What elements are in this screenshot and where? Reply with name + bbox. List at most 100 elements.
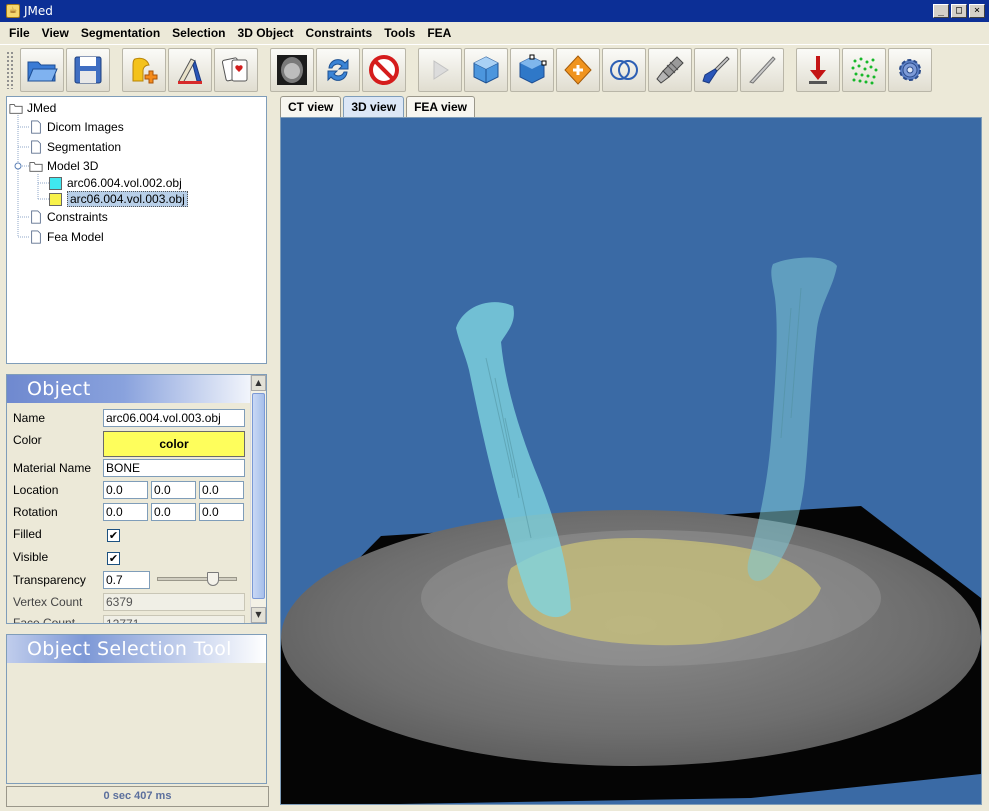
import-icon bbox=[132, 57, 158, 83]
screw-icon bbox=[656, 55, 684, 84]
open-folder-icon bbox=[27, 61, 58, 81]
material-field[interactable]: BONE bbox=[103, 459, 245, 477]
tree-item-label: Fea Model bbox=[47, 230, 104, 244]
3d-viewport[interactable] bbox=[280, 117, 982, 805]
import-button[interactable] bbox=[122, 47, 166, 92]
tab-3d-view[interactable]: 3D view bbox=[343, 96, 405, 117]
tree-item-label: Model 3D bbox=[47, 159, 99, 173]
cube-select-button[interactable] bbox=[510, 47, 554, 92]
title-bar: ☕ JMed _ □ × bbox=[0, 0, 989, 22]
settings-button[interactable] bbox=[888, 47, 932, 92]
scroll-up-arrow-icon[interactable]: ▲ bbox=[251, 375, 266, 391]
maximize-button[interactable]: □ bbox=[951, 4, 967, 18]
tree-item-label: Dicom Images bbox=[47, 120, 124, 134]
tab-fea-view[interactable]: FEA view bbox=[406, 96, 475, 117]
tree-item-segmentation[interactable]: Segmentation bbox=[29, 138, 121, 156]
properties-scrollbar[interactable]: ▲ ▼ bbox=[250, 375, 266, 623]
transform-button[interactable] bbox=[556, 47, 600, 92]
stop-button[interactable] bbox=[362, 47, 406, 92]
boolean-button[interactable] bbox=[602, 47, 646, 92]
selection-tool-header: Object Selection Tool bbox=[7, 635, 266, 663]
boolean-icon bbox=[610, 59, 638, 80]
menu-file[interactable]: File bbox=[3, 26, 36, 40]
location-x-field[interactable]: 0.0 bbox=[103, 481, 148, 499]
tree-item-dicom-images[interactable]: Dicom Images bbox=[29, 118, 124, 136]
cube-icon bbox=[473, 55, 499, 84]
document-icon bbox=[31, 230, 41, 244]
cards-button[interactable] bbox=[214, 47, 258, 92]
rotation-y-field[interactable]: 0.0 bbox=[151, 503, 196, 521]
menu-3d-object[interactable]: 3D Object bbox=[232, 26, 300, 40]
stop-icon bbox=[369, 54, 399, 85]
tree-item-fea-model[interactable]: Fea Model bbox=[29, 228, 104, 246]
visible-label: Visible bbox=[13, 550, 49, 564]
document-icon bbox=[31, 120, 41, 134]
ct-scan-button[interactable] bbox=[270, 47, 314, 92]
vertex-count-label: Vertex Count bbox=[13, 595, 83, 609]
settings-gear-icon bbox=[899, 58, 921, 81]
visible-checkbox[interactable]: ✔ bbox=[107, 552, 120, 565]
save-button[interactable] bbox=[66, 47, 110, 92]
tree-item-constraints[interactable]: Constraints bbox=[29, 208, 108, 226]
name-field[interactable]: arc06.004.vol.003.obj bbox=[103, 409, 245, 427]
menu-bar: File View Segmentation Selection 3D Obje… bbox=[0, 22, 989, 44]
menu-selection[interactable]: Selection bbox=[166, 26, 231, 40]
location-y-field[interactable]: 0.0 bbox=[151, 481, 196, 499]
toolbar-grip[interactable] bbox=[6, 50, 14, 89]
rotation-label: Rotation bbox=[13, 505, 58, 519]
tree-item-label: Segmentation bbox=[47, 140, 122, 154]
tree-root[interactable]: JMed bbox=[9, 99, 56, 117]
location-label: Location bbox=[13, 483, 59, 497]
transparency-label: Transparency bbox=[13, 573, 86, 587]
location-z-field[interactable]: 0.0 bbox=[199, 481, 244, 499]
scroll-thumb[interactable] bbox=[252, 393, 265, 599]
transparency-slider-track[interactable] bbox=[157, 577, 237, 581]
document-icon bbox=[31, 210, 41, 224]
point-cloud-button[interactable] bbox=[842, 47, 886, 92]
face-count-field: 12771 bbox=[103, 615, 245, 623]
screw-button[interactable] bbox=[648, 47, 692, 92]
refresh-button[interactable] bbox=[316, 47, 360, 92]
play-button[interactable] bbox=[418, 47, 462, 92]
rotation-z-field[interactable]: 0.0 bbox=[199, 503, 244, 521]
transparency-field[interactable]: 0.7 bbox=[103, 571, 150, 589]
ct-scan-icon bbox=[277, 54, 307, 85]
3d-scene bbox=[281, 257, 981, 804]
pin-button[interactable] bbox=[740, 47, 784, 92]
object-selection-tool-panel: Object Selection Tool bbox=[6, 634, 267, 784]
model-tree: JMed Dicom Images Segmentation Model 3D … bbox=[6, 96, 267, 364]
object-properties-panel: Object Name arc06.004.vol.003.obj Color … bbox=[6, 374, 267, 624]
material-label: Material Name bbox=[13, 461, 92, 475]
minimize-button[interactable]: _ bbox=[933, 4, 949, 18]
window-title: JMed bbox=[24, 4, 53, 18]
tree-item-label: arc06.004.vol.003.obj bbox=[67, 191, 188, 207]
rotation-x-field[interactable]: 0.0 bbox=[103, 503, 148, 521]
save-disk-icon bbox=[74, 56, 102, 83]
cube-select-icon bbox=[519, 54, 547, 84]
color-swatch bbox=[49, 192, 62, 206]
screwdriver-icon bbox=[702, 55, 730, 84]
object-panel-header: Object bbox=[7, 375, 266, 403]
color-swatch bbox=[49, 176, 62, 190]
transparency-slider-thumb[interactable] bbox=[207, 572, 219, 586]
status-bar: 0 sec 407 ms bbox=[6, 786, 269, 807]
force-button[interactable] bbox=[796, 47, 840, 92]
open-button[interactable] bbox=[20, 47, 64, 92]
color-button[interactable]: color bbox=[103, 431, 245, 457]
tab-ct-view[interactable]: CT view bbox=[280, 96, 342, 117]
paint-tools-button[interactable] bbox=[168, 47, 212, 92]
cube-button[interactable] bbox=[464, 47, 508, 92]
folder-icon bbox=[9, 104, 23, 114]
tree-item-obj-003[interactable]: arc06.004.vol.003.obj bbox=[49, 190, 188, 208]
tree-item-label: arc06.004.vol.002.obj bbox=[67, 176, 182, 190]
menu-view[interactable]: View bbox=[36, 26, 75, 40]
close-button[interactable]: × bbox=[969, 4, 985, 18]
scroll-down-arrow-icon[interactable]: ▼ bbox=[251, 607, 266, 623]
menu-tools[interactable]: Tools bbox=[378, 26, 421, 40]
screwdriver-button[interactable] bbox=[694, 47, 738, 92]
menu-constraints[interactable]: Constraints bbox=[300, 26, 379, 40]
menu-segmentation[interactable]: Segmentation bbox=[75, 26, 166, 40]
menu-fea[interactable]: FEA bbox=[421, 26, 457, 40]
tree-item-model-3d[interactable]: Model 3D bbox=[29, 157, 98, 175]
filled-checkbox[interactable]: ✔ bbox=[107, 529, 120, 542]
